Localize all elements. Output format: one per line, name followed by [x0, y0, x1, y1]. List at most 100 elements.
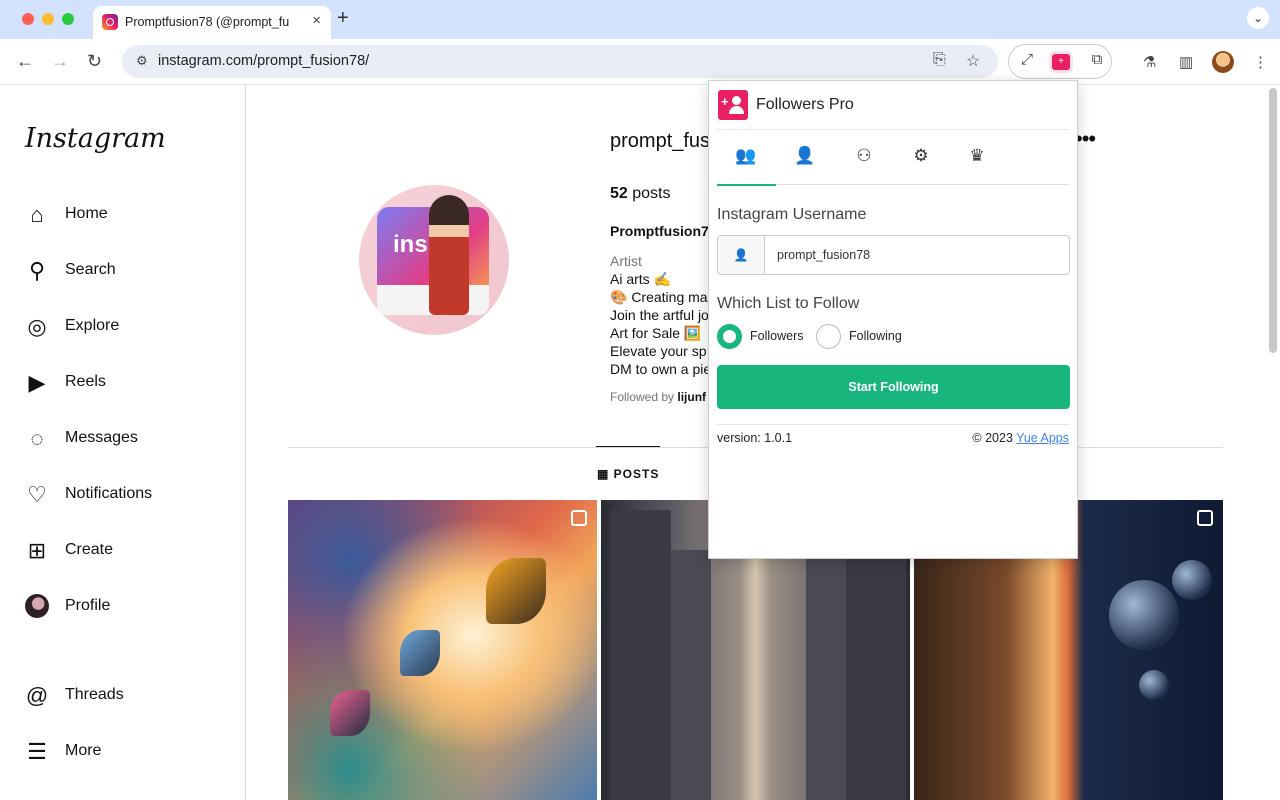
bio-line: DM to own a pie: [610, 361, 712, 377]
version-text: version: 1.0.1: [717, 431, 793, 445]
username-input[interactable]: [766, 236, 1066, 274]
copyright-text: © 2023 Yue Apps: [972, 431, 1069, 445]
username-label: Instagram Username: [717, 206, 867, 223]
sidebar-item-label: Messages: [65, 429, 138, 446]
chrome-menu-icon[interactable]: ⋮: [1253, 53, 1268, 71]
popup-title: Followers Pro: [756, 96, 854, 113]
username-input-group: 👤: [717, 235, 1070, 275]
followers-pro-popup: + Followers Pro 👥 👤 ⚇ ⚙ ♛ Instagram User…: [708, 80, 1078, 559]
butterfly-graphic: [330, 690, 370, 736]
building-graphic: [806, 540, 846, 800]
carousel-icon: [1197, 510, 1213, 526]
butterfly-graphic: [486, 558, 546, 624]
bookmark-star-icon[interactable]: ☆: [966, 51, 980, 71]
following-radio-label[interactable]: Following: [849, 329, 902, 343]
sidebar-item-label: Reels: [65, 373, 106, 390]
user-icon: 👤: [718, 236, 765, 274]
list-label: Which List to Follow: [717, 295, 860, 312]
sidebar-item-threads[interactable]: @ Threads: [24, 681, 224, 711]
bio-line: Art for Sale 🖼️: [610, 325, 702, 341]
tab-premium[interactable]: ♛: [952, 146, 1002, 170]
browser-tab-bar: Promptfusion78 (@prompt_fu × + ⌄: [0, 0, 1280, 39]
instagram-favicon-icon: [102, 14, 118, 30]
crown-icon: ♛: [969, 146, 985, 165]
instagram-logo[interactable]: Instagram: [25, 123, 166, 154]
planet-graphic: [1109, 580, 1179, 650]
heart-icon: ♡: [27, 482, 47, 507]
url-text[interactable]: instagram.com/prompt_fusion78/: [158, 53, 369, 69]
window-minimize-button[interactable]: [42, 13, 54, 25]
sidebar-item-label: Notifications: [65, 485, 153, 502]
bio-line: Elevate your sp: [610, 343, 707, 359]
tab-close-icon[interactable]: ×: [312, 12, 321, 29]
browser-tab[interactable]: Promptfusion78 (@prompt_fu ×: [93, 6, 331, 39]
tab-title: Promptfusion78 (@prompt_fu: [125, 15, 290, 29]
page-scrollbar[interactable]: [1269, 88, 1277, 353]
followers-radio-label[interactable]: Followers: [750, 329, 804, 343]
labs-flask-icon[interactable]: ⚗: [1143, 53, 1156, 71]
forward-arrow-icon[interactable]: →: [51, 51, 69, 72]
reload-icon[interactable]: ↻: [87, 51, 102, 72]
address-bar[interactable]: ⚙ instagram.com/prompt_fusion78/ ⎘ ☆: [122, 45, 998, 78]
following-radio[interactable]: [816, 324, 841, 349]
profile-picture-text: ins: [393, 231, 428, 258]
followers-pro-extension-icon[interactable]: +: [1049, 51, 1073, 73]
tab-search-chevron-icon[interactable]: ⌄: [1247, 7, 1269, 29]
side-panel-icon[interactable]: ▥: [1179, 53, 1193, 71]
site-info-icon[interactable]: ⚙: [136, 53, 148, 69]
sidebar-item-create[interactable]: ⊞ Create: [24, 536, 224, 566]
building-graphic: [671, 550, 711, 800]
tab-group[interactable]: ⚇: [839, 146, 889, 170]
compass-icon: ◎: [27, 314, 47, 339]
more-options-icon[interactable]: •••: [1075, 126, 1096, 152]
tab-settings[interactable]: ⚙: [896, 146, 946, 170]
sidebar-item-more[interactable]: ☰ More: [24, 737, 224, 767]
group-tab-icon: ⚇: [856, 146, 872, 165]
sidebar-item-label: Threads: [65, 686, 124, 703]
chrome-profile-avatar[interactable]: [1212, 51, 1234, 73]
extensions-puzzle-icon[interactable]: ⧉: [1085, 51, 1109, 73]
profile-picture[interactable]: ins: [359, 185, 509, 335]
expand-extension-icon[interactable]: ⤢: [1015, 51, 1039, 73]
back-arrow-icon[interactable]: ←: [16, 51, 34, 72]
install-app-icon[interactable]: ⎘: [933, 51, 946, 69]
profile-username: prompt_fus: [610, 130, 711, 152]
sidebar-item-notifications[interactable]: ♡ Notifications: [24, 480, 224, 510]
new-tab-button[interactable]: +: [337, 7, 349, 30]
sidebar-item-messages[interactable]: ◌ Messages: [24, 424, 224, 454]
sidebar-item-label: Search: [65, 261, 116, 278]
followed-by[interactable]: Followed by lijunf: [610, 390, 706, 404]
sidebar-item-reels[interactable]: ▶ Reels: [24, 368, 224, 398]
sidebar-item-label: Home: [65, 205, 108, 222]
avatar: [24, 594, 50, 620]
reels-icon: ▶: [28, 370, 46, 395]
sidebar-item-explore[interactable]: ◎ Explore: [24, 312, 224, 342]
followers-radio[interactable]: [717, 324, 742, 349]
window-zoom-button[interactable]: [62, 13, 74, 25]
posts-count[interactable]: 52 posts: [610, 185, 670, 203]
profile-category: Artist: [610, 253, 642, 269]
window-close-button[interactable]: [22, 13, 34, 25]
planet-graphic: [1139, 670, 1169, 700]
sidebar-item-label: More: [65, 742, 102, 759]
home-icon: ⌂: [30, 202, 44, 227]
tab-following[interactable]: 👤: [780, 146, 830, 170]
start-following-button[interactable]: Start Following: [717, 365, 1070, 409]
settings-gear-icon: ⚙: [913, 146, 929, 165]
grid-icon: ▦: [597, 467, 614, 481]
profile-full-name: Promptfusion7: [610, 223, 709, 239]
tab-posts[interactable]: ▦ POSTS: [597, 467, 659, 481]
sidebar-item-profile[interactable]: Profile: [24, 592, 224, 622]
sidebar-item-home[interactable]: ⌂ Home: [24, 200, 224, 230]
extensions-group: ⤢ + ⧉: [1008, 44, 1112, 79]
sidebar-item-search[interactable]: ⚲ Search: [24, 256, 224, 286]
tab-followers[interactable]: 👥: [721, 146, 771, 170]
yue-apps-link[interactable]: Yue Apps: [1016, 431, 1069, 445]
threads-icon: @: [25, 683, 49, 708]
post-thumbnail[interactable]: [288, 500, 597, 800]
search-icon: ⚲: [28, 258, 46, 283]
popup-divider: [717, 129, 1069, 130]
carousel-icon: [571, 510, 587, 526]
sidebar-item-label: Profile: [65, 597, 111, 614]
sidebar-item-label: Explore: [65, 317, 120, 334]
